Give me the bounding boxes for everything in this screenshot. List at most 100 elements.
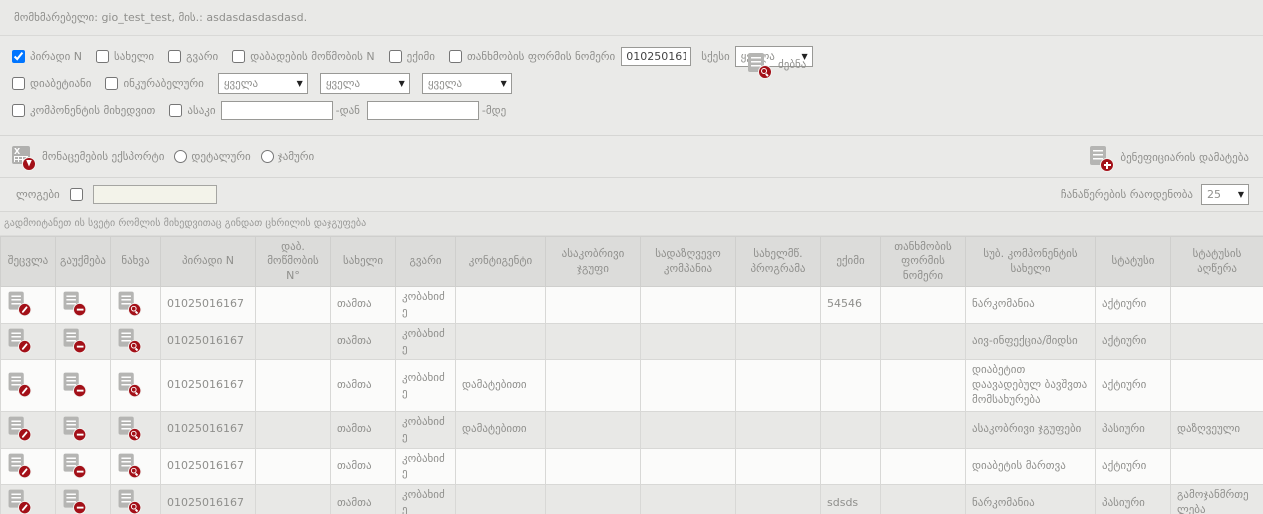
column-header-14[interactable]: სტატუსი	[1096, 237, 1171, 287]
filter-select-1[interactable]: ყველა ▼	[218, 73, 308, 94]
doctor-checkbox[interactable]	[389, 50, 402, 63]
name-checkbox[interactable]	[96, 50, 109, 63]
summary-radio[interactable]	[261, 150, 274, 163]
add-beneficiary-button[interactable]: ბენეფიციარის დამატება	[1090, 146, 1249, 169]
diabetic-checkbox[interactable]	[12, 77, 25, 90]
view-icon	[119, 416, 140, 438]
filter-row-1: პირადი N სახელი გვარი დაბადების მოწმობის…	[12, 46, 1251, 66]
table-cell: sdsds	[821, 485, 881, 514]
cancel-row-button[interactable]	[56, 448, 111, 485]
table-cell	[546, 287, 641, 324]
personal-n-checkbox[interactable]	[12, 50, 25, 63]
diabetic-label: დიაბეტიანი	[30, 77, 91, 90]
surname-filter: გვარი	[168, 50, 218, 63]
view-row-button[interactable]	[111, 411, 161, 448]
table-cell	[456, 485, 546, 514]
column-header-9[interactable]: სადაზღვევო კომპანია	[641, 237, 736, 287]
by-component-label: კომპონენტის მიხედვით	[30, 104, 155, 117]
table-cell	[641, 287, 736, 324]
by-component-checkbox[interactable]	[12, 104, 25, 117]
view-icon	[119, 490, 140, 512]
column-header-5[interactable]: სახელი	[331, 237, 396, 287]
edit-icon	[9, 328, 30, 350]
column-header-12[interactable]: თანხმობის ფორმის ნომერი	[881, 237, 966, 287]
column-header-0[interactable]: შეცვლა	[1, 237, 56, 287]
view-row-button[interactable]	[111, 448, 161, 485]
cancel-row-button[interactable]	[56, 360, 111, 412]
export-data-button[interactable]: მონაცემების ექსპორტი	[12, 146, 164, 168]
filter-select-3[interactable]: ყველა ▼	[422, 73, 512, 94]
actions-row: მონაცემების ექსპორტი დეტალური ჯამური ბენ…	[0, 136, 1263, 178]
consent-form-checkbox[interactable]	[449, 50, 462, 63]
table-cell	[736, 485, 821, 514]
view-row-button[interactable]	[111, 360, 161, 412]
filter-panel: პირადი N სახელი გვარი დაბადების მოწმობის…	[0, 36, 1263, 136]
logs-input[interactable]	[93, 185, 217, 204]
group-by-hint: გადმოიტანეთ ის სვეტი რომლის მიხედვითაც გ…	[0, 212, 1263, 236]
chevron-down-icon: ▼	[297, 79, 303, 88]
table-cell	[736, 360, 821, 412]
edit-row-button[interactable]	[1, 448, 56, 485]
personal-n-filter: პირადი N	[12, 50, 82, 63]
age-from-input[interactable]	[221, 101, 333, 120]
table-cell: კობახიძე	[396, 411, 456, 448]
cancel-row-button[interactable]	[56, 485, 111, 514]
table-cell: აქტიური	[1096, 287, 1171, 324]
cancel-row-button[interactable]	[56, 287, 111, 324]
filter-select-2[interactable]: ყველა ▼	[320, 73, 410, 94]
chevron-down-icon: ▼	[1238, 190, 1244, 199]
edit-row-button[interactable]	[1, 323, 56, 360]
age-to-input[interactable]	[367, 101, 479, 120]
view-row-button[interactable]	[111, 485, 161, 514]
age-label: ასაკი	[187, 104, 215, 117]
cancel-row-button[interactable]	[56, 411, 111, 448]
age-filter: ასაკი	[169, 104, 215, 117]
surname-checkbox[interactable]	[168, 50, 181, 63]
table-cell: კობახიძე	[396, 287, 456, 324]
table-cell: აქტიური	[1096, 448, 1171, 485]
records-count-select[interactable]: 25 ▼	[1201, 184, 1249, 205]
column-header-6[interactable]: გვარი	[396, 237, 456, 287]
table-cell	[456, 323, 546, 360]
table-cell	[881, 448, 966, 485]
table-cell: დიაბეტის მართვა	[966, 448, 1096, 485]
table-cell: კობახიძე	[396, 485, 456, 514]
column-header-7[interactable]: კონტიგენტი	[456, 237, 546, 287]
birth-cert-checkbox[interactable]	[232, 50, 245, 63]
edit-row-button[interactable]	[1, 485, 56, 514]
table-cell: თამთა	[331, 287, 396, 324]
table-cell: გამოჯანმრთელება	[1171, 485, 1263, 514]
edit-row-button[interactable]	[1, 411, 56, 448]
column-header-8[interactable]: ასაკობრივი ჯგუფი	[546, 237, 641, 287]
column-header-11[interactable]: ექიმი	[821, 237, 881, 287]
age-checkbox[interactable]	[169, 104, 182, 117]
view-row-button[interactable]	[111, 287, 161, 324]
column-header-13[interactable]: სუბ. კომპონენტის სახელი	[966, 237, 1096, 287]
table-cell: კობახიძე	[396, 323, 456, 360]
edit-row-button[interactable]	[1, 360, 56, 412]
table-row: 01025016167თამთაკობახიძედამატებითიდიაბეტ…	[1, 360, 1263, 412]
logs-checkbox[interactable]	[70, 188, 83, 201]
table-cell	[881, 411, 966, 448]
table-cell	[256, 411, 331, 448]
user-info-text: მომხმარებელი: gio_test_test, მის.: asdas…	[14, 11, 307, 24]
filter-select-3-value: ყველა	[428, 77, 462, 90]
incurable-checkbox[interactable]	[105, 77, 118, 90]
column-header-15[interactable]: სტატუსის აღწერა	[1171, 237, 1263, 287]
edit-row-button[interactable]	[1, 287, 56, 324]
view-row-button[interactable]	[111, 323, 161, 360]
table-cell: აქტიური	[1096, 360, 1171, 412]
column-header-2[interactable]: ნახვა	[111, 237, 161, 287]
filter-select-1-value: ყველა	[224, 77, 258, 90]
table-cell	[546, 360, 641, 412]
table-cell: 54546	[821, 287, 881, 324]
column-header-4[interactable]: დაბ. მოწმობის N°	[256, 237, 331, 287]
search-button[interactable]: ძებნა	[748, 53, 806, 76]
detailed-radio[interactable]	[174, 150, 187, 163]
table-cell	[736, 448, 821, 485]
column-header-10[interactable]: სახელმწ. პროგრამა	[736, 237, 821, 287]
column-header-3[interactable]: პირადი N	[161, 237, 256, 287]
column-header-1[interactable]: გაუქმება	[56, 237, 111, 287]
consent-form-number-input[interactable]	[621, 47, 691, 66]
cancel-row-button[interactable]	[56, 323, 111, 360]
